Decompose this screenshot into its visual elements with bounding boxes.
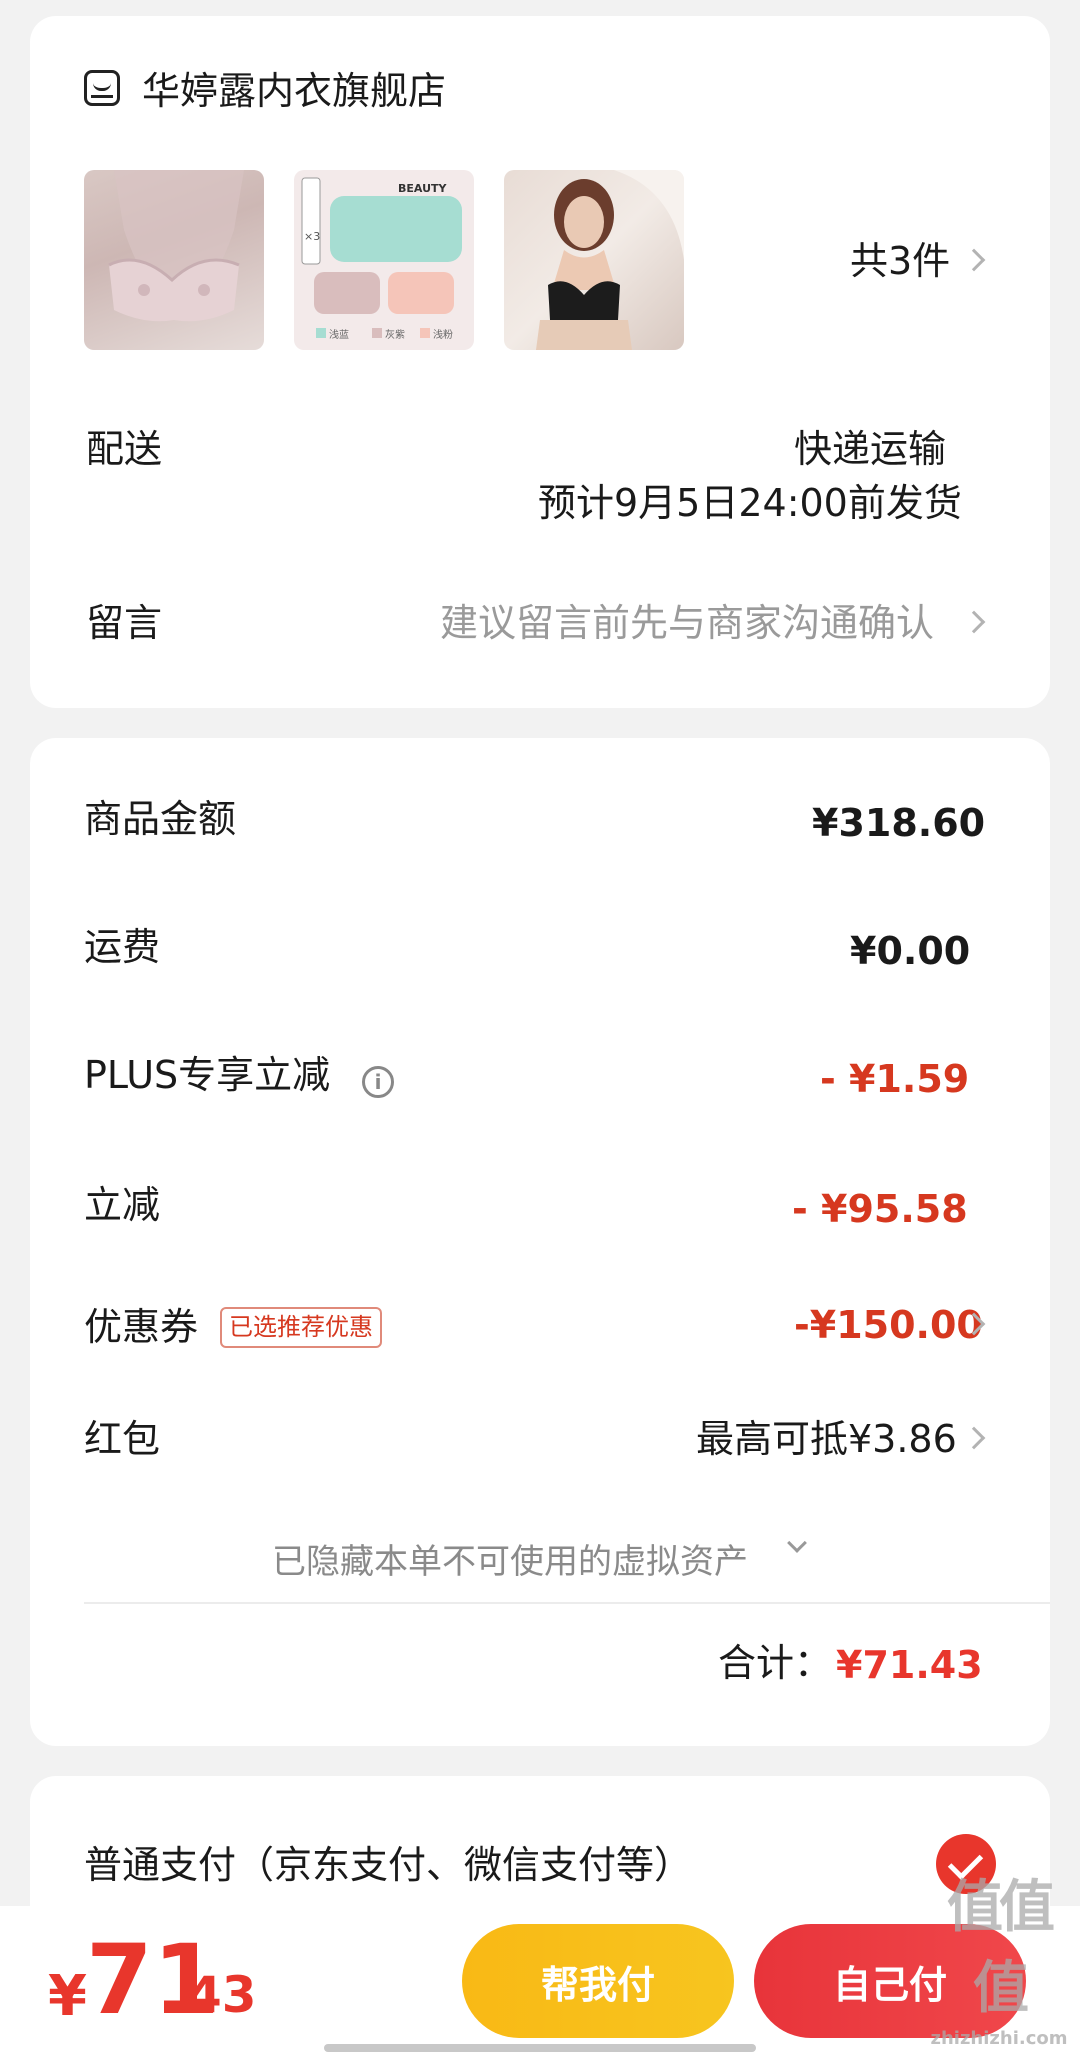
hidden-assets-toggle[interactable]: 已隐藏本单不可使用的虚拟资产 xyxy=(272,1534,748,1583)
instant-discount-label: 立减 xyxy=(84,1183,161,1227)
message-input[interactable]: 建议留言前先与商家沟通确认 xyxy=(440,604,934,642)
shipping-value: ¥0.00 xyxy=(850,929,971,973)
payment-option-label[interactable]: 普通支付（京东支付、微信支付等） xyxy=(84,1846,692,1884)
plus-discount-value: - ¥1.59 xyxy=(820,1057,970,1101)
watermark: 值值值 zhizhizhi.com xyxy=(924,1862,1074,2049)
amount-card: 商品金额 ¥318.60 运费 ¥0.00 PLUS专享立减 i - ¥1.59… xyxy=(30,738,1050,1746)
total-currency: ¥ xyxy=(48,1964,87,2029)
product-thumbnail-black-bra[interactable] xyxy=(504,170,684,350)
instant-discount-value: - ¥95.58 xyxy=(792,1187,968,1231)
goods-amount-label: 商品金额 xyxy=(84,797,237,841)
plus-discount-label: PLUS专享立减 xyxy=(84,1053,331,1097)
redpacket-label: 红包 xyxy=(84,1417,161,1461)
swatch-label-blue: 浅蓝 xyxy=(329,330,349,341)
divider xyxy=(84,1602,1050,1604)
delivery-method: 快递运输 xyxy=(794,427,947,471)
shipping-label: 运费 xyxy=(84,925,161,969)
bottom-pay-bar: ¥ 71 .43 帮我付 自己付 xyxy=(0,1906,1080,2056)
total-decimal: .43 xyxy=(168,1966,257,2024)
chevron-down-icon[interactable] xyxy=(787,1533,807,1553)
watermark-url: zhizhizhi.com xyxy=(930,2028,1068,2049)
info-icon[interactable]: i xyxy=(362,1066,394,1098)
delivery-label: 配送 xyxy=(86,427,163,471)
pack-brand-label: BEAUTY xyxy=(398,182,447,195)
total-value: ¥71.43 xyxy=(836,1643,983,1687)
coupon-recommended-tag: 已选推荐优惠 xyxy=(220,1307,382,1348)
chevron-right-icon[interactable] xyxy=(962,1426,986,1450)
product-thumbnail-lace-bra[interactable] xyxy=(84,170,264,350)
chevron-right-icon[interactable] xyxy=(962,248,986,272)
message-label: 留言 xyxy=(86,601,163,645)
swatch-label-pink: 浅粉 xyxy=(433,330,453,341)
store-icon xyxy=(84,70,120,106)
total-label: 合计： xyxy=(718,1641,833,1685)
pack-count-label: ×3 xyxy=(304,230,321,243)
swatch-label-purple: 灰紫 xyxy=(385,330,405,341)
chevron-right-icon[interactable] xyxy=(962,610,986,634)
watermark-logo: 值值值 xyxy=(947,1875,1055,2021)
goods-amount-value: ¥318.60 xyxy=(812,801,986,845)
product-thumbnail-panties-3pack[interactable]: BEAUTY ×3 浅蓝 灰紫 浅粉 xyxy=(294,170,474,350)
item-count-label[interactable]: 共3件 xyxy=(850,242,950,280)
delivery-estimate: 预计9月5日24:00前发货 xyxy=(538,481,962,525)
coupon-label: 优惠券 xyxy=(84,1305,199,1349)
coupon-value[interactable]: -¥150.00 xyxy=(794,1306,983,1344)
redpacket-value[interactable]: 最高可抵¥3.86 xyxy=(696,1420,957,1458)
home-indicator[interactable] xyxy=(324,2044,756,2052)
store-card: 华婷露内衣旗舰店 BEAUTY ×3 浅蓝 灰紫 浅粉 共3件 配送 快递运输 … xyxy=(30,16,1050,708)
store-name[interactable]: 华婷露内衣旗舰店 xyxy=(142,72,446,110)
help-pay-button[interactable]: 帮我付 xyxy=(462,1924,734,2038)
